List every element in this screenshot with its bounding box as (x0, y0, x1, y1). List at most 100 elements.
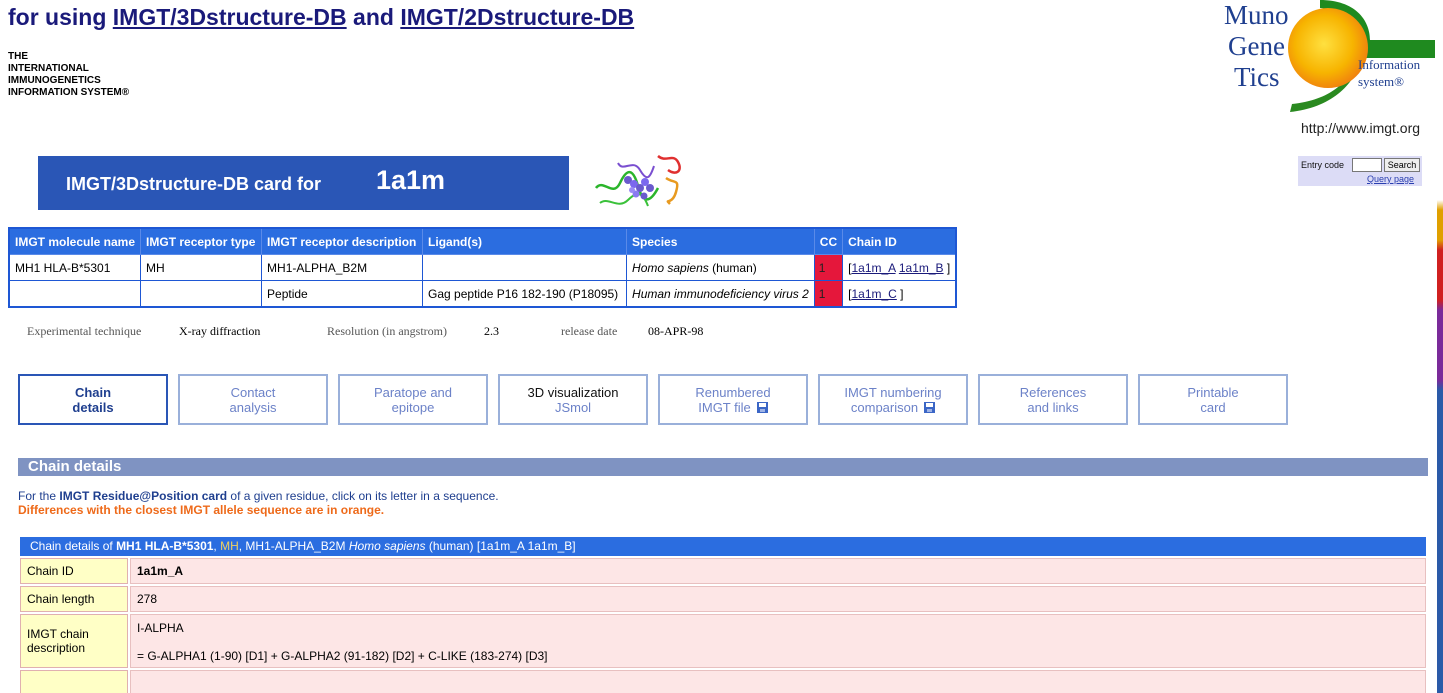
chain-description-value: I-ALPHA = G-ALPHA1 (1-90) [D1] + G-ALPHA… (130, 614, 1426, 668)
cell-molecule: MH1 HLA-B*5301 (8, 254, 142, 281)
col-molecule-name: IMGT molecule name (8, 227, 142, 255)
chain-head-prefix: Chain details of (30, 539, 117, 553)
tab-paratope-epitope[interactable]: Paratope and epitope (338, 374, 488, 425)
col-receptor-type: IMGT receptor type (140, 227, 263, 255)
note-bold: IMGT Residue@Position card (59, 489, 228, 503)
org-line: INFORMATION SYSTEM® (8, 87, 130, 98)
page-title: for using IMGT/3Dstructure-DB and IMGT/2… (8, 4, 634, 31)
tab-label-line1: Renumbered (695, 384, 771, 400)
card-entry-code: 1a1m (376, 165, 446, 195)
save-icon[interactable] (756, 401, 768, 413)
logo-word-muno: Muno (1224, 0, 1289, 30)
title-and: and (346, 4, 401, 30)
col-cc: CC (813, 227, 844, 255)
resolution-value: 2.3 (484, 324, 499, 338)
org-line: IMMUNOGENETICS (8, 75, 101, 86)
species-name: Homo sapiens (632, 260, 709, 275)
org-line: INTERNATIONAL (8, 63, 89, 74)
org-name: THE INTERNATIONAL IMMUNOGENETICS INFORMA… (8, 51, 208, 99)
tab-chain-details[interactable]: Chain details (18, 374, 168, 425)
tab-label-line2: details (72, 399, 114, 415)
allele-difference-note: Differences with the closest IMGT allele… (18, 503, 385, 517)
table-row: Peptide Gag peptide P16 182-190 (P18095)… (8, 280, 957, 308)
chain-description-line2: = G-ALPHA1 (1-90) [D1] + G-ALPHA2 (91-18… (137, 649, 548, 663)
tab-renumbered-imgt-file[interactable]: Renumbered IMGT file (658, 374, 808, 425)
tab-references-links[interactable]: References and links (978, 374, 1128, 425)
link-2dstructure-db[interactable]: IMGT/2Dstructure-DB (400, 4, 634, 30)
table-row: MH1 HLA-B*5301 MH MH1-ALPHA_B2M Homo sap… (8, 254, 957, 281)
cell-species: Human immunodeficiency virus 2 (626, 280, 815, 308)
chain-description-line1: I-ALPHA (137, 621, 184, 635)
chain-link-1a1m-a[interactable]: 1a1m_A (851, 261, 895, 275)
next-row-value (130, 670, 1426, 693)
cell-molecule (8, 280, 142, 308)
note-prefix: For the (18, 489, 60, 503)
chain-head-type: MH (220, 539, 239, 553)
tab-label-line2: analysis (229, 399, 277, 415)
entry-code-input[interactable] (1352, 158, 1382, 172)
chain-link-1a1m-c[interactable]: 1a1m_C (851, 287, 896, 301)
col-chain-id: Chain ID (842, 227, 957, 255)
tab-printable-card[interactable]: Printable card (1138, 374, 1288, 425)
entry-code-label: Entry code (1301, 160, 1345, 170)
next-row-label (20, 670, 128, 693)
tab-label-line1: Chain (74, 384, 112, 400)
cell-description: Peptide (261, 280, 424, 308)
save-icon[interactable] (924, 401, 936, 413)
residue-card-note: For the IMGT Residue@Position card of a … (18, 489, 499, 503)
tab-label-line1: 3D visualization (527, 384, 619, 400)
query-page-link[interactable]: Query page (1367, 174, 1414, 184)
cell-type: MH (140, 254, 263, 281)
logo-word-gene: Gene (1228, 31, 1285, 61)
tab-label-line1: Paratope and (373, 384, 453, 400)
chain-link-1a1m-b[interactable]: 1a1m_B (899, 261, 944, 275)
species-common: (human) (708, 260, 757, 275)
tab-label-line2: epitope (391, 399, 435, 415)
col-species: Species (626, 227, 815, 255)
search-button[interactable]: Search (1384, 158, 1420, 172)
chain-id-label: Chain ID (20, 558, 128, 584)
chain-id-value: 1a1m_A (130, 558, 1426, 584)
entry-code-search: Entry code Search Query page (1298, 156, 1422, 186)
cell-chain-id: [1a1m_C ] (842, 280, 957, 308)
chain-head-rest: (human) [1a1m_A 1a1m_B] (425, 539, 576, 553)
tab-label-line2: IMGT file (698, 399, 751, 415)
chain-head-molecule: MH1 HLA-B*5301 (116, 539, 214, 553)
section-header-chain-details: Chain details (18, 458, 1428, 476)
imgt-logo[interactable]: Muno Gene Tics Information system® (1220, 0, 1435, 112)
tab-label-line2: and links (1027, 399, 1079, 415)
right-edge-bar (1437, 0, 1443, 693)
tab-label-line1: Printable (1187, 384, 1239, 400)
tab-label-line2: card (1200, 399, 1226, 415)
site-url[interactable]: http://www.imgt.org (1301, 120, 1420, 136)
molecule-structure-image (594, 154, 681, 207)
resolution-label: Resolution (in angstrom) (327, 324, 447, 338)
release-date-value: 08-APR-98 (648, 324, 704, 338)
chain-description-label: IMGT chain description (20, 614, 128, 668)
tab-contact-analysis[interactable]: Contact analysis (178, 374, 328, 425)
tab-3d-visualization[interactable]: 3D visualization JSmol (498, 374, 648, 425)
cell-cc: 1 (813, 280, 844, 308)
summary-header-row: IMGT molecule name IMGT receptor type IM… (8, 227, 957, 255)
cell-ligand: Gag peptide P16 182-190 (P18095) (422, 280, 628, 308)
link-3dstructure-db[interactable]: IMGT/3Dstructure-DB (113, 4, 347, 30)
col-ligands: Ligand(s) (422, 227, 628, 255)
chain-bracket: ] (900, 286, 904, 301)
logo-info-line2: system® (1358, 74, 1404, 89)
cell-ligand (422, 254, 628, 281)
tab-label-line1: Contact (230, 384, 276, 400)
cell-chain-id: [1a1m_A 1a1m_B ] (842, 254, 957, 281)
tab-imgt-numbering-comparison[interactable]: IMGT numbering comparison (818, 374, 968, 425)
col-receptor-description: IMGT receptor description (261, 227, 424, 255)
experimental-technique-label: Experimental technique (27, 324, 142, 338)
title-prefix: for using (8, 4, 113, 30)
release-date-label: release date (561, 324, 618, 338)
chain-head-species: Homo sapiens (348, 539, 426, 553)
cell-species: Homo sapiens (human) (626, 254, 815, 281)
tab-label-line1: References (1019, 384, 1087, 400)
summary-table: IMGT molecule name IMGT receptor type IM… (8, 227, 958, 308)
note-suffix: of a given residue, click on its letter … (227, 489, 499, 503)
logo-info-line1: Information (1358, 57, 1421, 72)
chain-head-desc: , MH1-ALPHA_B2M (238, 539, 349, 553)
experimental-technique-value: X-ray diffraction (179, 324, 261, 338)
